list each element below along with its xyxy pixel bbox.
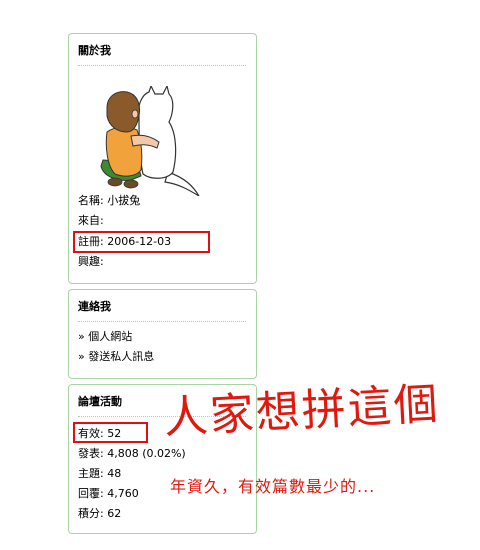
handwritten-annotation: 人家想拼這個 xyxy=(162,378,441,444)
points-count: 積分: 62 xyxy=(78,507,122,520)
avatar xyxy=(100,86,200,196)
annotation-note: 年資久，有效篇數最少的... xyxy=(170,477,376,496)
contact-title: 連絡我 xyxy=(78,300,111,313)
contact-divider xyxy=(78,321,246,322)
total-posts-count: 發表: 4,808 (0.02%) xyxy=(78,447,186,460)
replies-count: 回覆: 4,760 xyxy=(78,487,139,500)
send-private-message-link[interactable]: » 發送私人訊息 xyxy=(78,350,154,364)
profile-location: 來自: xyxy=(78,214,104,227)
about-me-divider xyxy=(78,65,246,66)
valid-posts-highlight xyxy=(73,422,148,443)
personal-website-link[interactable]: » 個人網站 xyxy=(78,330,132,344)
forum-activity-title: 論壇活動 xyxy=(78,395,122,408)
topics-count: 主題: 48 xyxy=(78,467,122,480)
register-date-highlight xyxy=(73,231,210,253)
contact-panel: 連絡我 » 個人網站 » 發送私人訊息 xyxy=(68,289,257,379)
profile-name: 名稱: 小拔兔 xyxy=(78,194,141,207)
profile-interests: 興趣: xyxy=(78,255,104,268)
about-me-title: 關於我 xyxy=(78,44,111,57)
